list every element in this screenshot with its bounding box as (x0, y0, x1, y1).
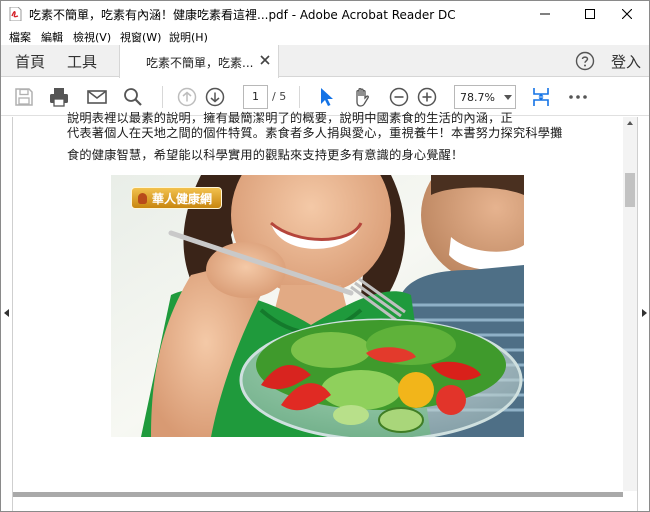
close-icon (622, 9, 632, 19)
scroll-up-icon[interactable] (627, 121, 633, 125)
more-options-icon[interactable] (567, 86, 589, 108)
vertical-scroll-thumb[interactable] (625, 173, 635, 207)
expand-right-panel-icon[interactable] (642, 309, 647, 317)
minimize-button[interactable] (523, 1, 567, 27)
menu-view[interactable]: 檢視(V) (73, 29, 111, 45)
tab-home[interactable]: 首頁 (15, 51, 45, 72)
tab-bar: 首頁 工具 吃素不簡單，吃素... 登入 (1, 45, 649, 78)
acrobat-window: 吃素不簡單，吃素有內涵！健康吃素看這裡...pdf - Adobe Acroba… (0, 0, 650, 512)
zoom-level-select[interactable]: 78.7% (454, 85, 516, 109)
tab-tools[interactable]: 工具 (67, 51, 97, 72)
zoom-value: 78.7% (460, 91, 495, 104)
save-icon[interactable] (13, 86, 35, 108)
toolbar-divider (162, 86, 163, 108)
zoom-in-icon[interactable] (416, 86, 438, 108)
menu-help[interactable]: 說明(H) (169, 29, 208, 45)
zoom-out-icon[interactable] (388, 86, 410, 108)
next-page-icon[interactable] (204, 86, 226, 108)
previous-page-icon[interactable] (176, 86, 198, 108)
minimize-icon (540, 13, 550, 15)
document-tab-label: 吃素不簡單，吃素... (146, 56, 254, 70)
chevron-down-icon (504, 95, 512, 100)
menu-window[interactable]: 視窗(W) (120, 29, 161, 45)
salad-photo: 華人健康網 (111, 175, 524, 437)
email-icon[interactable] (86, 86, 108, 108)
maximize-icon (585, 9, 595, 19)
title-bar: 吃素不簡單，吃素有內涵！健康吃素看這裡...pdf - Adobe Acroba… (1, 1, 649, 27)
logo-text: 華人健康網 (152, 192, 213, 206)
page-total: / 5 (272, 90, 287, 103)
tab-document[interactable]: 吃素不簡單，吃素... (119, 45, 279, 78)
search-icon[interactable] (122, 86, 144, 108)
document-viewer[interactable]: 說明表裡以最素的說明，擁有最簡潔明了的概要，說明中國素食的生活的內涵，正 代表著… (1, 111, 649, 511)
pdf-file-icon (9, 7, 22, 21)
horizontal-scrollbar[interactable] (13, 492, 623, 497)
photo-illustration (111, 175, 524, 437)
paragraph-line: 代表著個人在天地之間的個件特質。素食者多人捐與愛心，重視養牛！本書努力探究科學攤 (67, 126, 563, 140)
expand-left-panel-icon[interactable] (4, 309, 9, 317)
close-button[interactable] (605, 1, 649, 27)
select-tool-icon[interactable] (315, 86, 337, 108)
toolbar-divider (299, 86, 300, 108)
page-number-input[interactable]: 1 (243, 85, 268, 109)
pdf-page: 說明表裡以最素的說明，擁有最簡潔明了的概要，說明中國素食的生活的內涵，正 代表著… (15, 111, 621, 491)
page-display-icon[interactable] (530, 86, 552, 108)
menu-file[interactable]: 檔案 (9, 29, 31, 45)
help-icon[interactable] (575, 51, 595, 71)
paragraph-line: 食的健康智慧，希望能以科學實用的觀點來支持更多有意識的身心覺醒！ (67, 148, 464, 162)
hand-tool-icon[interactable] (351, 86, 373, 108)
site-logo-badge: 華人健康網 (131, 187, 223, 209)
print-icon[interactable] (48, 86, 70, 108)
window-title: 吃素不簡單，吃素有內涵！健康吃素看這裡...pdf - Adobe Acroba… (29, 8, 456, 22)
close-tab-icon[interactable] (257, 52, 273, 68)
logo-icon (138, 193, 147, 204)
menu-edit[interactable]: 編輯 (41, 29, 63, 45)
sign-in-link[interactable]: 登入 (611, 51, 641, 72)
menu-bar: 檔案 編輯 檢視(V) 視窗(W) 說明(H) (1, 27, 649, 45)
